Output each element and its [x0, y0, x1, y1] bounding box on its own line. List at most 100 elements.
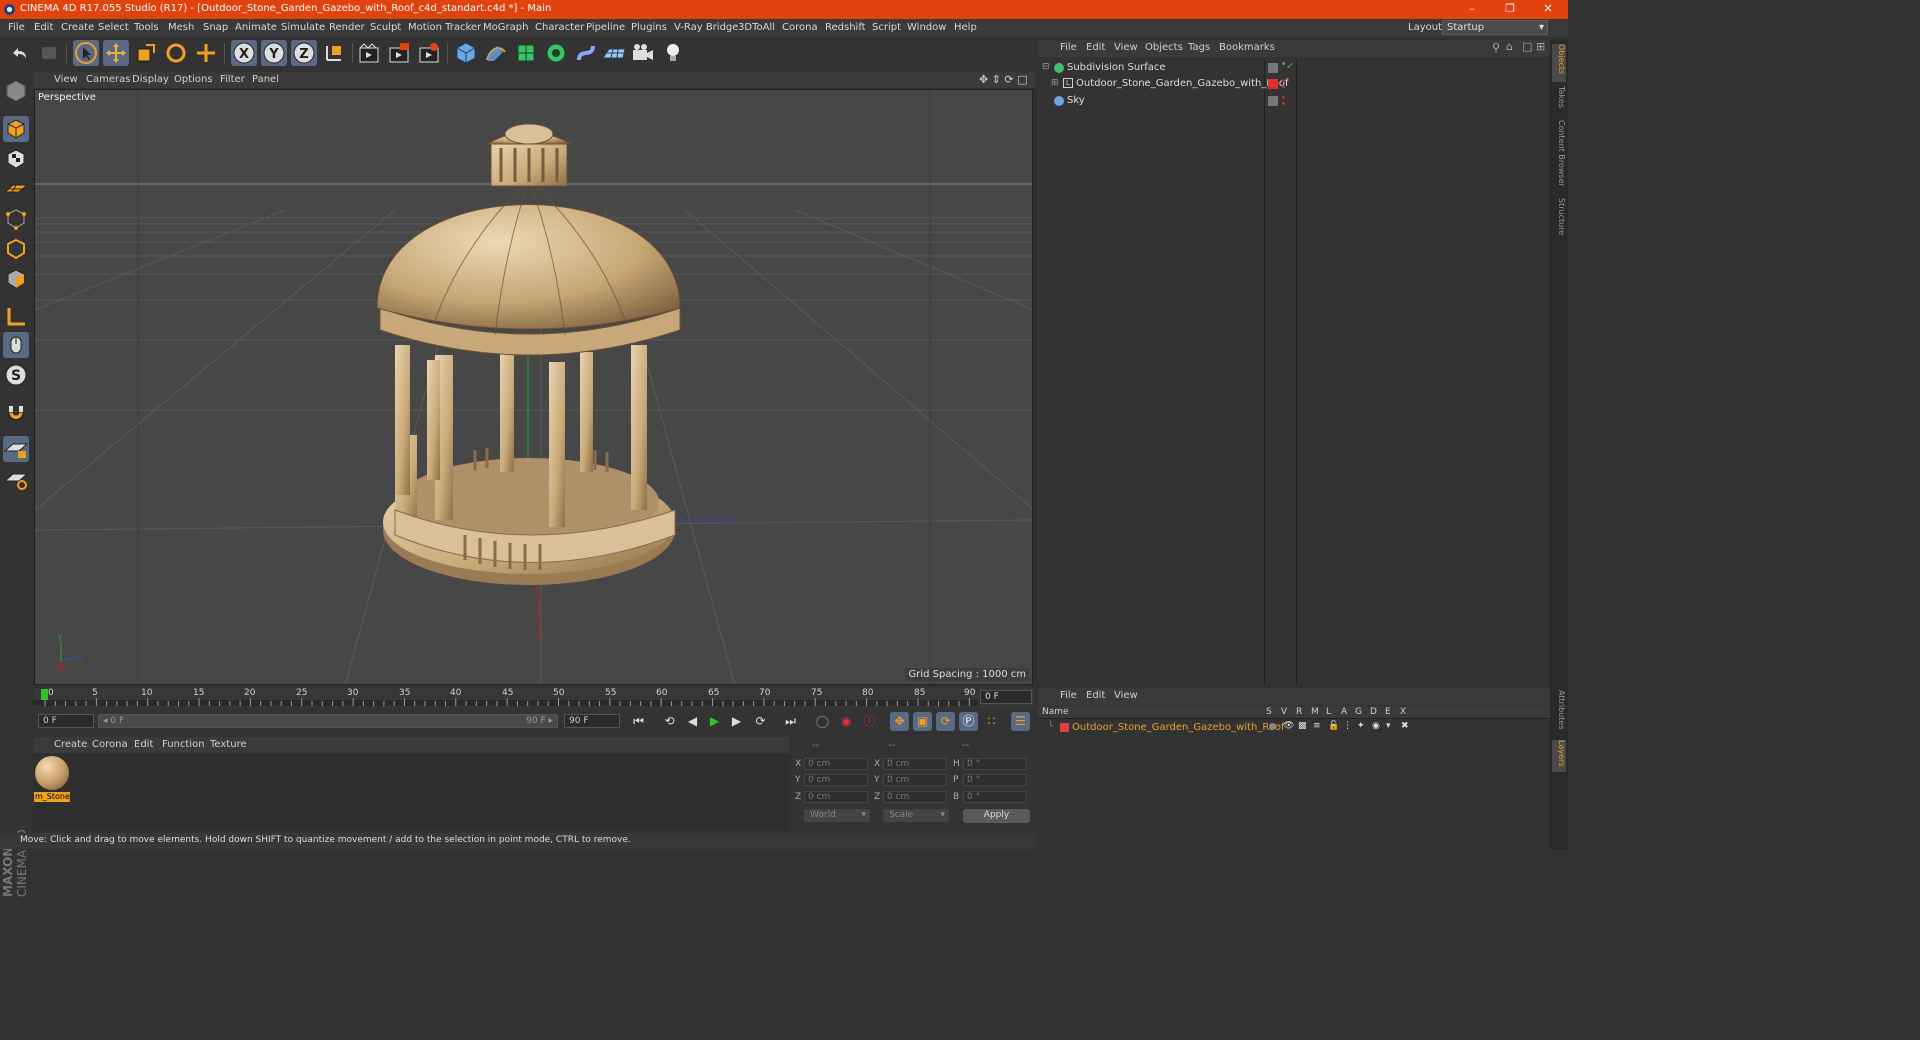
layout-select[interactable]: Startup ▾: [1442, 20, 1548, 35]
previous-key-icon[interactable]: ⟲: [660, 712, 679, 731]
tweak-icon[interactable]: [3, 332, 29, 358]
size-x-field[interactable]: 0 cm: [883, 758, 947, 770]
generator-toggle-icon[interactable]: ✦: [1357, 721, 1365, 731]
viewport-menu-cameras[interactable]: Cameras: [86, 74, 130, 85]
camera-icon[interactable]: [630, 40, 656, 66]
object-row-gazebo[interactable]: ⊞ L Outdoor_Stone_Garden_Gazebo_with_Roo…: [1038, 76, 1550, 92]
search-icon[interactable]: ⚲: [1492, 41, 1500, 54]
subdivision-icon[interactable]: [513, 40, 539, 66]
expression-toggle-icon[interactable]: ▾: [1386, 721, 1391, 731]
layer-menu-edit[interactable]: Edit: [1086, 690, 1105, 701]
rotation-b-field[interactable]: 0 °: [963, 791, 1027, 803]
undo-icon[interactable]: [6, 40, 32, 66]
next-frame-icon[interactable]: ▶: [727, 712, 746, 731]
snap-icon[interactable]: S: [3, 362, 29, 388]
viewport-menu-filter[interactable]: Filter: [220, 74, 245, 85]
viewport-menu-panel[interactable]: Panel: [252, 74, 279, 85]
menu-sculpt[interactable]: Sculpt: [370, 22, 401, 33]
key-rotation-icon[interactable]: ⟳: [936, 712, 955, 731]
tab-objects[interactable]: Objects: [1552, 44, 1566, 82]
object-menu-view[interactable]: View: [1114, 42, 1138, 53]
record-keys-disabled-icon[interactable]: ◯: [813, 712, 832, 731]
key-parameter-icon[interactable]: Ⓟ: [959, 712, 978, 731]
new-view-icon[interactable]: □: [1522, 40, 1532, 53]
model-mode-icon[interactable]: [3, 78, 29, 104]
menu-plugins[interactable]: Plugins: [631, 22, 667, 33]
lock-toggle-icon[interactable]: 🔓: [1328, 721, 1339, 731]
viewport-perspective[interactable]: y z x Perspective Grid Spacing : 1000 cm: [34, 89, 1033, 685]
array-icon[interactable]: [543, 40, 569, 66]
object-menu-edit[interactable]: Edit: [1086, 42, 1105, 53]
go-to-end-icon[interactable]: ⏭: [781, 712, 800, 731]
play-icon[interactable]: ▶: [705, 712, 724, 731]
object-menu-tags[interactable]: Tags: [1188, 42, 1210, 53]
scale-icon[interactable]: [133, 40, 159, 66]
move-icon[interactable]: [103, 40, 129, 66]
material-menu-texture[interactable]: Texture: [210, 739, 247, 750]
manager-toggle-icon[interactable]: ≡: [1313, 721, 1321, 731]
menu-animate[interactable]: Animate: [235, 22, 277, 33]
rotation-h-field[interactable]: 0 °: [963, 758, 1027, 770]
menu-tools[interactable]: Tools: [134, 22, 159, 33]
render-toggle-icon[interactable]: ▩: [1298, 721, 1307, 731]
tab-layers[interactable]: Layers: [1552, 740, 1566, 772]
start-frame-field[interactable]: 0 F: [38, 714, 94, 728]
expand-icon[interactable]: ⊞: [1536, 40, 1545, 53]
current-frame-field[interactable]: 0 F: [980, 690, 1032, 704]
floor-icon[interactable]: [601, 40, 627, 66]
transform-icon[interactable]: [193, 40, 219, 66]
animation-toggle-icon[interactable]: ⋮: [1343, 721, 1352, 731]
key-point-level-icon[interactable]: ∷: [982, 712, 1001, 731]
next-key-icon[interactable]: ⟳: [751, 712, 770, 731]
render-view-icon[interactable]: [356, 40, 382, 66]
restore-button[interactable]: ❐: [1500, 2, 1520, 15]
material-preview-thumbnail[interactable]: [35, 756, 69, 790]
size-z-field[interactable]: 0 cm: [883, 791, 947, 803]
grid-lock-icon[interactable]: [3, 436, 29, 462]
pen-icon[interactable]: [483, 40, 509, 66]
render-settings-icon[interactable]: [416, 40, 442, 66]
material-name-label[interactable]: m_Stone: [34, 792, 70, 802]
object-menu-objects[interactable]: Objects: [1145, 42, 1183, 53]
object-row-sky[interactable]: Sky: [1038, 93, 1550, 109]
viewport-menu-display[interactable]: Display: [132, 74, 169, 85]
menu-create[interactable]: Create: [61, 22, 94, 33]
object-menu-bookmarks[interactable]: Bookmarks: [1219, 42, 1275, 53]
timeline-window-icon[interactable]: ☰: [1011, 712, 1030, 731]
axis-mode-icon[interactable]: [3, 304, 29, 330]
coordinate-system-icon[interactable]: [321, 40, 347, 66]
menu-character[interactable]: Character: [535, 22, 584, 33]
menu-mesh[interactable]: Mesh: [168, 22, 194, 33]
minimize-button[interactable]: –: [1462, 2, 1482, 15]
menu-window[interactable]: Window: [907, 22, 946, 33]
collapse-icon[interactable]: ⊟: [1042, 62, 1050, 72]
render-picture-viewer-icon[interactable]: [386, 40, 412, 66]
menu-script[interactable]: Script: [872, 22, 901, 33]
menu-corona[interactable]: Corona: [782, 22, 818, 33]
menu-redshift[interactable]: Redshift: [825, 22, 866, 33]
menu-render[interactable]: Render: [329, 22, 365, 33]
close-button[interactable]: ✕: [1538, 2, 1558, 15]
points-mode-icon[interactable]: [3, 206, 29, 232]
rotation-p-field[interactable]: 0 °: [963, 774, 1027, 786]
editor-visibility-dot[interactable]: [1282, 62, 1285, 65]
solo-toggle-icon[interactable]: [1269, 723, 1276, 730]
end-frame-field[interactable]: 90 F: [564, 714, 620, 728]
coordinate-space-select[interactable]: World ▾: [804, 809, 870, 822]
viewport-menu-view[interactable]: View: [54, 74, 78, 85]
polygons-mode-icon[interactable]: [3, 266, 29, 292]
xref-toggle-icon[interactable]: ✖: [1401, 721, 1409, 731]
autokey-icon[interactable]: ◉: [837, 712, 856, 731]
menu-simulate[interactable]: Simulate: [281, 22, 325, 33]
menu-vray-bridge[interactable]: V-Ray Bridge: [674, 22, 738, 33]
position-z-field[interactable]: 0 cm: [804, 791, 868, 803]
view-toggle-icon[interactable]: 👁: [1283, 721, 1294, 731]
material-menu-create[interactable]: Create: [54, 739, 87, 750]
previous-frame-icon[interactable]: ◀: [683, 712, 702, 731]
tab-structure[interactable]: Structure: [1552, 198, 1566, 242]
tab-attributes[interactable]: Attributes: [1552, 690, 1566, 736]
layer-color-swatch[interactable]: [1060, 723, 1069, 732]
layer-color-icon[interactable]: [1268, 79, 1278, 89]
menu-mograph[interactable]: MoGraph: [483, 22, 528, 33]
timeline-ruler[interactable]: 0 5 10 15 20 25 30 35 40 45 50 55 60 65 …: [33, 688, 1035, 708]
